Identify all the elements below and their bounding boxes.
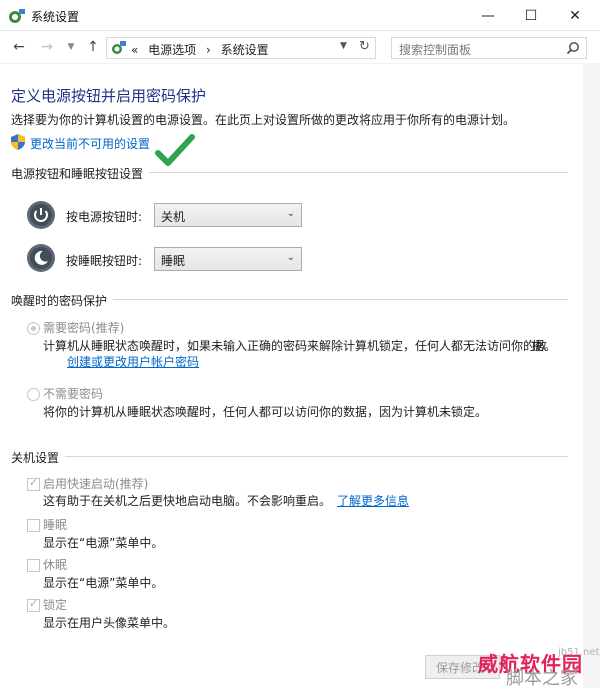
minimize-button[interactable]: — — [468, 0, 508, 31]
sleep-button-action-select[interactable]: 睡眠 ⌄ — [154, 247, 302, 271]
lock-checkbox[interactable] — [27, 597, 40, 612]
navigation-bar: ← → ▼ ↑ « 电源选项 › 系统设置 ▼ ↻ 搜索控制面板 — [0, 31, 600, 63]
chevron-down-icon: ▼ — [67, 42, 75, 52]
lock-label: 锁定 — [43, 598, 68, 612]
sleep-button-icon — [27, 244, 55, 272]
breadcrumb: « 电源选项 › 系统设置 — [131, 41, 269, 58]
power-button-label: 按电源按钮时: — [66, 210, 143, 224]
no-password-description: 将你的计算机从睡眠状态唤醒时，任何人都可以访问你的数据，因为计算机未锁定。 — [43, 405, 488, 419]
search-input[interactable]: 搜索控制面板 — [391, 37, 587, 59]
breadcrumb-separator: › — [206, 43, 211, 57]
address-bar[interactable]: « 电源选项 › 系统设置 ▼ ↻ — [106, 37, 376, 59]
no-password-radio[interactable] — [27, 388, 40, 401]
maximize-button[interactable]: ☐ — [511, 0, 551, 31]
learn-more-link[interactable]: 了解更多信息 — [337, 494, 409, 508]
back-button[interactable]: ← — [10, 38, 28, 56]
control-panel-icon — [112, 41, 126, 54]
refresh-button[interactable]: ↻ — [359, 39, 370, 54]
title-bar: 系统设置 — ☐ ✕ — [0, 0, 600, 31]
sleep-button-label: 按睡眠按钮时: — [66, 254, 143, 268]
fast-startup-label: 启用快速启动(推荐) — [43, 477, 149, 491]
sleep-checkbox[interactable] — [27, 519, 40, 532]
require-password-radio[interactable] — [27, 322, 40, 335]
page-title: 定义电源按钮并启用密码保护 — [11, 87, 207, 105]
scrollbar[interactable] — [583, 63, 600, 688]
no-password-label: 不需要密码 — [43, 387, 104, 401]
address-dropdown-button[interactable]: ▼ — [340, 41, 347, 51]
green-checkmark-icon — [155, 134, 195, 166]
hibernate-checkbox[interactable] — [27, 559, 40, 572]
create-password-link[interactable]: 创建或更改用户帐户密码 — [67, 353, 199, 370]
wake-section-title: 唤醒时的密码保护 — [11, 292, 114, 309]
hibernate-description: 显示在“电源”菜单中。 — [43, 576, 164, 590]
shutdown-section-title: 关机设置 — [11, 449, 66, 466]
lock-description: 显示在用户头像菜单中。 — [43, 616, 176, 630]
arrow-left-icon: ← — [13, 39, 25, 55]
require-password-label: 需要密码(推荐) — [43, 321, 125, 335]
arrow-right-icon: → — [41, 39, 53, 55]
breadcrumb-system-settings[interactable]: 系统设置 — [221, 43, 269, 57]
sleep-button-action-value: 睡眠 — [161, 254, 186, 268]
search-placeholder: 搜索控制面板 — [399, 43, 472, 57]
section-divider — [11, 456, 568, 457]
search-icon[interactable] — [566, 41, 580, 55]
require-password-description: 计算机从睡眠状态唤醒时，如果未输入正确的密码来解除计算机锁定，任何人都无法访问你… — [43, 339, 548, 353]
content-area — [0, 63, 600, 688]
sleep-label: 睡眠 — [43, 518, 68, 532]
minimize-icon: — — [481, 7, 495, 24]
close-button[interactable]: ✕ — [555, 0, 595, 31]
chevron-down-icon: ⌄ — [286, 252, 295, 263]
page-description: 选择要为你的计算机设置的电源设置。在此页上对设置所做的更改将应用于你所有的电源计… — [11, 113, 516, 127]
power-button-action-select[interactable]: 关机 ⌄ — [154, 203, 302, 227]
forward-button[interactable]: → — [38, 38, 56, 56]
hibernate-label: 休眠 — [43, 558, 68, 572]
change-unavailable-settings-link[interactable]: 更改当前不可用的设置 — [30, 135, 150, 152]
chevron-down-icon: ⌄ — [286, 208, 295, 219]
power-button-action-value: 关机 — [161, 210, 186, 224]
control-panel-icon — [9, 9, 25, 23]
breadcrumb-overflow[interactable]: « — [131, 43, 138, 57]
window-title: 系统设置 — [31, 10, 80, 24]
sleep-description: 显示在“电源”菜单中。 — [43, 536, 164, 550]
fast-startup-description-text: 这有助于在关机之后更快地启动电脑。不会影响重启。 — [43, 494, 332, 508]
power-section-title: 电源按钮和睡眠按钮设置 — [11, 165, 150, 182]
up-button[interactable]: ↑ — [84, 38, 102, 56]
fast-startup-checkbox[interactable] — [27, 476, 40, 491]
watermark-site: jb51.net — [558, 647, 600, 658]
recent-locations-button[interactable]: ▼ — [62, 38, 80, 56]
close-icon: ✕ — [569, 7, 581, 24]
maximize-icon: ☐ — [524, 7, 538, 24]
watermark-logo-text: 脚本之家 — [506, 668, 578, 688]
breadcrumb-power-options[interactable]: 电源选项 — [148, 43, 196, 57]
power-button-icon — [27, 201, 55, 229]
require-password-description-end: 据。 — [532, 339, 557, 353]
fast-startup-description: 这有助于在关机之后更快地启动电脑。不会影响重启。 了解更多信息 — [43, 492, 409, 509]
arrow-up-icon: ↑ — [87, 39, 99, 55]
uac-shield-icon — [11, 134, 25, 150]
